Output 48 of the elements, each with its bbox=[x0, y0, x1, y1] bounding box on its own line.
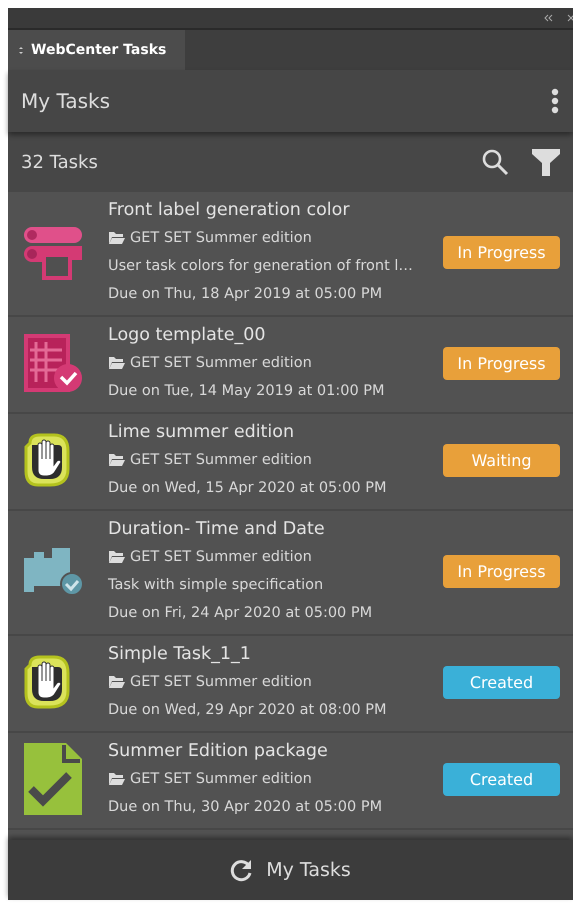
folder-icon bbox=[108, 453, 125, 467]
puzzle-icon bbox=[22, 546, 84, 596]
task-description: User task colors for generation of front l… bbox=[108, 257, 414, 276]
grip-icon bbox=[18, 46, 24, 54]
folder-icon bbox=[108, 550, 125, 564]
folder-icon bbox=[108, 675, 125, 689]
refresh-button[interactable]: My Tasks bbox=[8, 840, 573, 900]
checklist-icon bbox=[22, 332, 84, 394]
status-badge: Waiting bbox=[443, 444, 560, 476]
task-title[interactable]: Logo template_00 bbox=[108, 321, 443, 349]
folder-icon bbox=[108, 356, 125, 370]
project-name: GET SET Summer edition bbox=[130, 451, 312, 470]
hand-icon bbox=[22, 433, 72, 487]
status-badge: Created bbox=[443, 762, 560, 796]
project-name: GET SET Summer edition bbox=[130, 770, 312, 789]
project-name: GET SET Summer edition bbox=[130, 673, 312, 692]
close-icon bbox=[567, 14, 573, 22]
task-count: 32 Tasks bbox=[21, 152, 98, 172]
panel-title: My Tasks bbox=[21, 89, 110, 113]
status-badge: In Progress bbox=[443, 346, 560, 380]
task-title[interactable]: Lime summer edition bbox=[108, 418, 443, 446]
task-title[interactable]: Front label generation color bbox=[108, 196, 443, 224]
task-title[interactable]: Summer Edition package bbox=[108, 737, 443, 765]
folder-icon bbox=[108, 772, 125, 786]
collapse-icon bbox=[543, 14, 553, 22]
due-date: Due on Fri, 24 Apr 2020 at 05:00 PM bbox=[108, 604, 374, 623]
search-icon[interactable] bbox=[481, 148, 509, 176]
panel-tab[interactable]: WebCenter Tasks bbox=[8, 30, 185, 70]
status-badge: In Progress bbox=[443, 236, 560, 268]
project-name: GET SET Summer edition bbox=[130, 548, 312, 567]
task-title[interactable]: Duration- Time and Date bbox=[108, 515, 443, 543]
task-description: Task with simple specification bbox=[108, 576, 324, 595]
due-date: Due on Thu, 18 Apr 2019 at 05:00 PM bbox=[108, 285, 384, 304]
refresh-icon bbox=[230, 858, 254, 882]
due-date: Due on Wed, 29 Apr 2020 at 08:00 PM bbox=[108, 701, 388, 720]
status-badge: Created bbox=[443, 666, 560, 698]
filter-icon[interactable] bbox=[531, 147, 561, 177]
status-badge: In Progress bbox=[443, 554, 560, 588]
due-date: Due on Wed, 15 Apr 2020 at 05:00 PM bbox=[108, 479, 388, 498]
document-check-icon bbox=[22, 741, 84, 817]
folder-icon bbox=[108, 231, 125, 245]
hand-icon bbox=[22, 655, 72, 709]
project-name: GET SET Summer edition bbox=[130, 354, 312, 373]
due-date: Due on Thu, 30 Apr 2020 at 05:00 PM bbox=[108, 798, 384, 817]
due-date: Due on Tue, 14 May 2019 at 01:00 PM bbox=[108, 382, 386, 401]
project-name: GET SET Summer edition bbox=[130, 229, 312, 248]
task-title[interactable]: Simple Task_1_1 bbox=[108, 640, 443, 668]
more-menu-icon[interactable] bbox=[551, 88, 559, 114]
